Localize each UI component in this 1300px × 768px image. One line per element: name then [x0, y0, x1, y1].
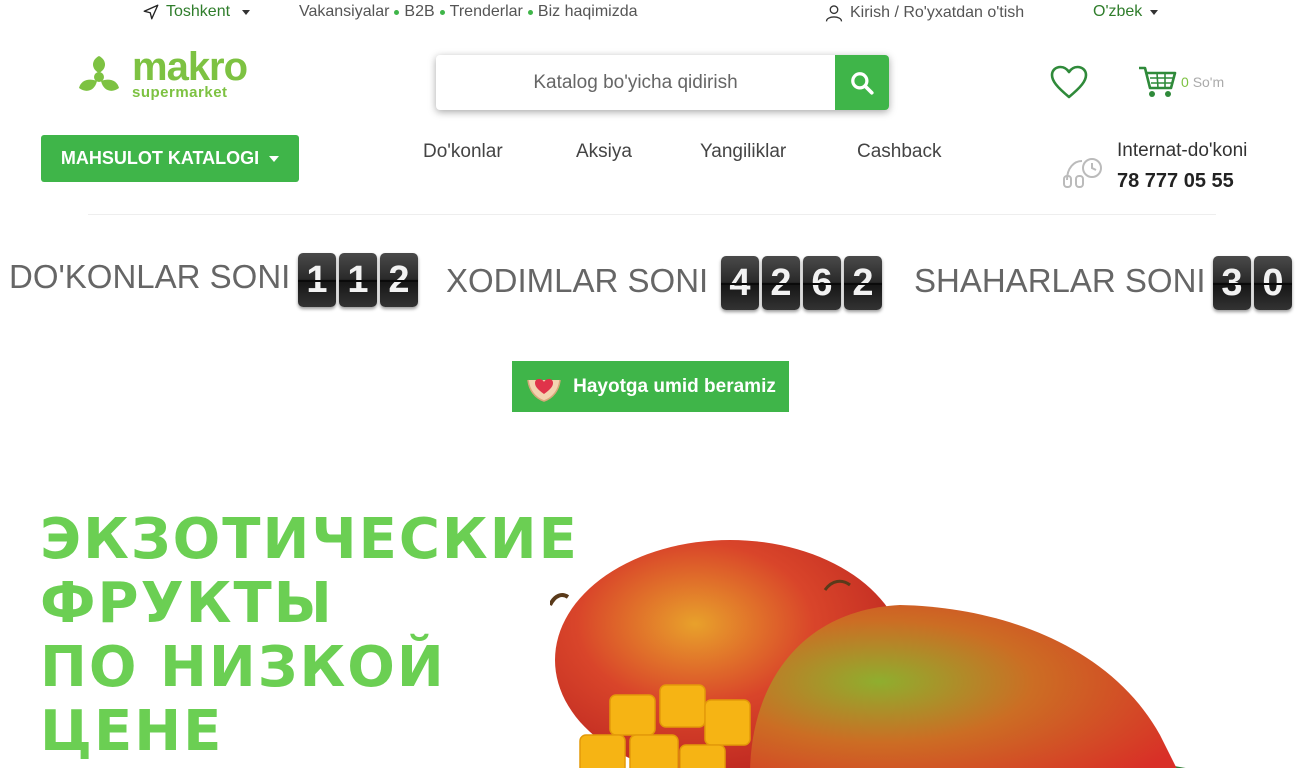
- top-bar: Toshkent Vakansiyalar B2B Trenderlar Biz…: [0, 0, 1300, 26]
- cities-count: 3 0: [1213, 256, 1292, 310]
- cart-currency: So'm: [1192, 74, 1225, 90]
- language-selector[interactable]: O'zbek: [1093, 3, 1159, 21]
- headline-line: ПО НИЗКОЙ: [40, 635, 446, 700]
- logo-mark-icon: [79, 56, 119, 91]
- stores-count-label: DO'KONLAR SONI: [9, 258, 291, 295]
- banner-headline: ЭКЗОТИЧЕСКИЕ ФРУКТЫ ПО НИЗКОЙ ЦЕНЕ: [40, 508, 579, 764]
- header-divider: [88, 214, 1216, 215]
- counter-digit: 2: [762, 256, 800, 310]
- link-about[interactable]: Biz haqimizda: [538, 3, 638, 21]
- headline-line: ФРУКТЫ: [40, 571, 334, 636]
- headline-line: ЦЕНЕ: [40, 699, 224, 764]
- user-icon: [825, 5, 843, 22]
- charity-button[interactable]: Hayotga umid beramiz: [512, 361, 789, 412]
- mango-image: [550, 540, 1186, 768]
- counter-digit: 2: [844, 256, 882, 310]
- hands-heart-icon: [527, 378, 561, 402]
- counter-digit: 6: [803, 256, 841, 310]
- link-b2b[interactable]: B2B: [404, 3, 434, 21]
- counter-digit: 4: [721, 256, 759, 310]
- top-links: Vakansiyalar B2B Trenderlar Biz haqimizd…: [299, 3, 638, 21]
- login-link[interactable]: Kirish / Ro'yxatdan o'tish: [824, 3, 1024, 23]
- search-icon: [851, 71, 874, 95]
- city-selector[interactable]: Toshkent: [142, 3, 251, 21]
- language-label: O'zbek: [1093, 3, 1143, 20]
- nav-item-cashback[interactable]: Cashback: [857, 141, 942, 163]
- wishlist-button[interactable]: [1049, 64, 1089, 105]
- charity-label: Hayotga umid beramiz: [573, 375, 776, 397]
- stores-count: 1 1 2: [298, 253, 418, 307]
- product-catalog-button[interactable]: MAHSULOT KATALOGI: [41, 135, 299, 182]
- cart-button[interactable]: 0 So'm: [1137, 64, 1224, 100]
- cart-count: 0: [1181, 74, 1189, 90]
- logo-text: makro supermarket: [132, 47, 248, 100]
- hotline-label: Internat-do'koni: [1117, 140, 1248, 161]
- link-tenders[interactable]: Trenderlar: [450, 3, 523, 21]
- employees-count: 4 2 6 2: [721, 256, 882, 310]
- logo-main-text: makro: [132, 44, 248, 89]
- chevron-down-icon: [1150, 9, 1159, 15]
- separator-dot: [527, 9, 533, 15]
- cart-total: 0 So'm: [1181, 74, 1224, 90]
- headline-line: ЭКЗОТИЧЕСКИЕ: [40, 507, 579, 572]
- hotline-number[interactable]: 78 777 05 55: [1117, 170, 1234, 193]
- nav-item-news[interactable]: Yangiliklar: [700, 141, 786, 163]
- catalog-button-label: MAHSULOT KATALOGI: [60, 148, 260, 168]
- search-box: [436, 55, 889, 110]
- counter-digit: 1: [298, 253, 336, 307]
- shopping-cart-icon: [1139, 66, 1177, 97]
- heart-icon: [1050, 65, 1088, 99]
- chevron-down-icon: [242, 9, 251, 15]
- separator-dot: [394, 9, 400, 15]
- nav-item-promotions[interactable]: Aksiya: [576, 141, 632, 163]
- search-input[interactable]: [436, 55, 835, 110]
- makro-logo[interactable]: makro supermarket: [76, 47, 276, 102]
- counter-digit: 1: [339, 253, 377, 307]
- counter-digit: 0: [1254, 256, 1292, 310]
- separator-dot: [439, 9, 445, 15]
- employees-count-label: XODIMLAR SONI: [446, 262, 709, 299]
- login-label: Kirish / Ro'yxatdan o'tish: [850, 4, 1025, 21]
- location-arrow-icon: [143, 4, 159, 20]
- city-label: Toshkent: [166, 3, 231, 20]
- link-vacancies[interactable]: Vakansiyalar: [299, 3, 389, 21]
- cities-count-label: SHAHARLAR SONI: [914, 262, 1206, 299]
- nav-item-stores[interactable]: Do'konlar: [423, 141, 503, 163]
- chevron-down-icon: [269, 155, 280, 162]
- support-headset-icon: [1063, 158, 1102, 188]
- counter-digit: 2: [380, 253, 418, 307]
- promo-banner[interactable]: ЭКЗОТИЧЕСКИЕ ФРУКТЫ ПО НИЗКОЙ ЦЕНЕ: [0, 480, 1300, 768]
- counter-digit: 3: [1213, 256, 1251, 310]
- search-button[interactable]: [835, 55, 889, 110]
